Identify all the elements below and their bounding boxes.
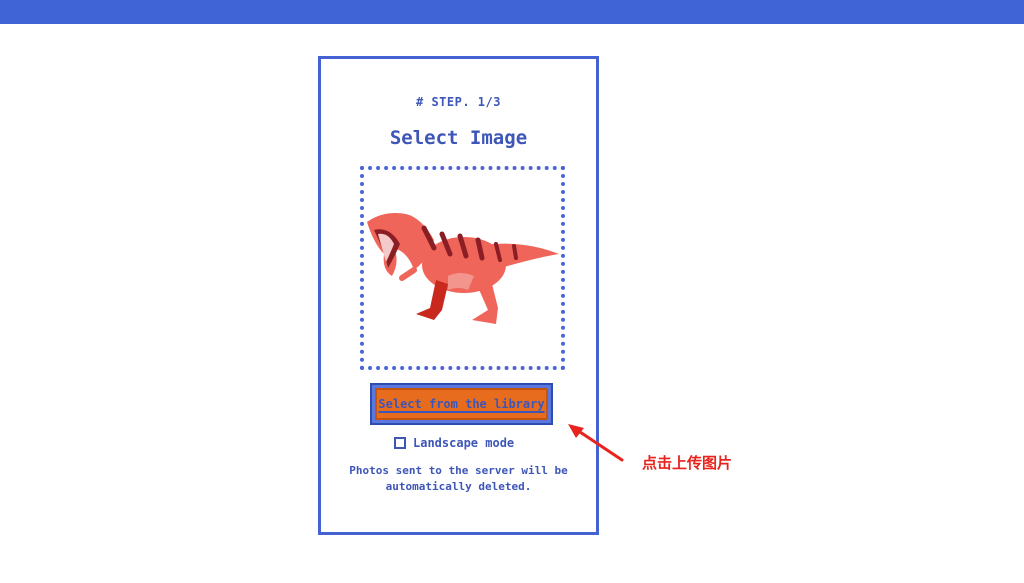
top-bar xyxy=(0,0,1024,24)
landscape-mode-toggle[interactable]: Landscape mode xyxy=(394,436,514,450)
select-from-library-button[interactable]: Select from the library xyxy=(375,388,548,420)
select-from-library-label: Select from the library xyxy=(378,397,545,411)
annotation-arrow-icon xyxy=(568,424,624,462)
privacy-notice: Photos sent to the server will be automa… xyxy=(321,463,596,495)
landscape-mode-checkbox[interactable] xyxy=(394,437,406,449)
annotation-label: 点击上传图片 xyxy=(642,454,733,472)
privacy-notice-line2: automatically deleted. xyxy=(385,480,532,493)
privacy-notice-line1: Photos sent to the server will be xyxy=(349,464,568,477)
dinosaur-arm xyxy=(399,267,417,281)
image-dropzone[interactable] xyxy=(360,166,565,370)
dinosaur-image xyxy=(367,213,559,324)
page-title: Select Image xyxy=(389,127,528,149)
dinosaur-leg-front xyxy=(416,280,448,320)
landscape-mode-label: Landscape mode xyxy=(413,436,515,450)
upload-card: # STEP. 1/3 Select Image Select from the… xyxy=(318,56,599,535)
select-button-frame: Select from the library xyxy=(370,383,553,425)
step-indicator: # STEP. 1/3 xyxy=(416,95,501,109)
